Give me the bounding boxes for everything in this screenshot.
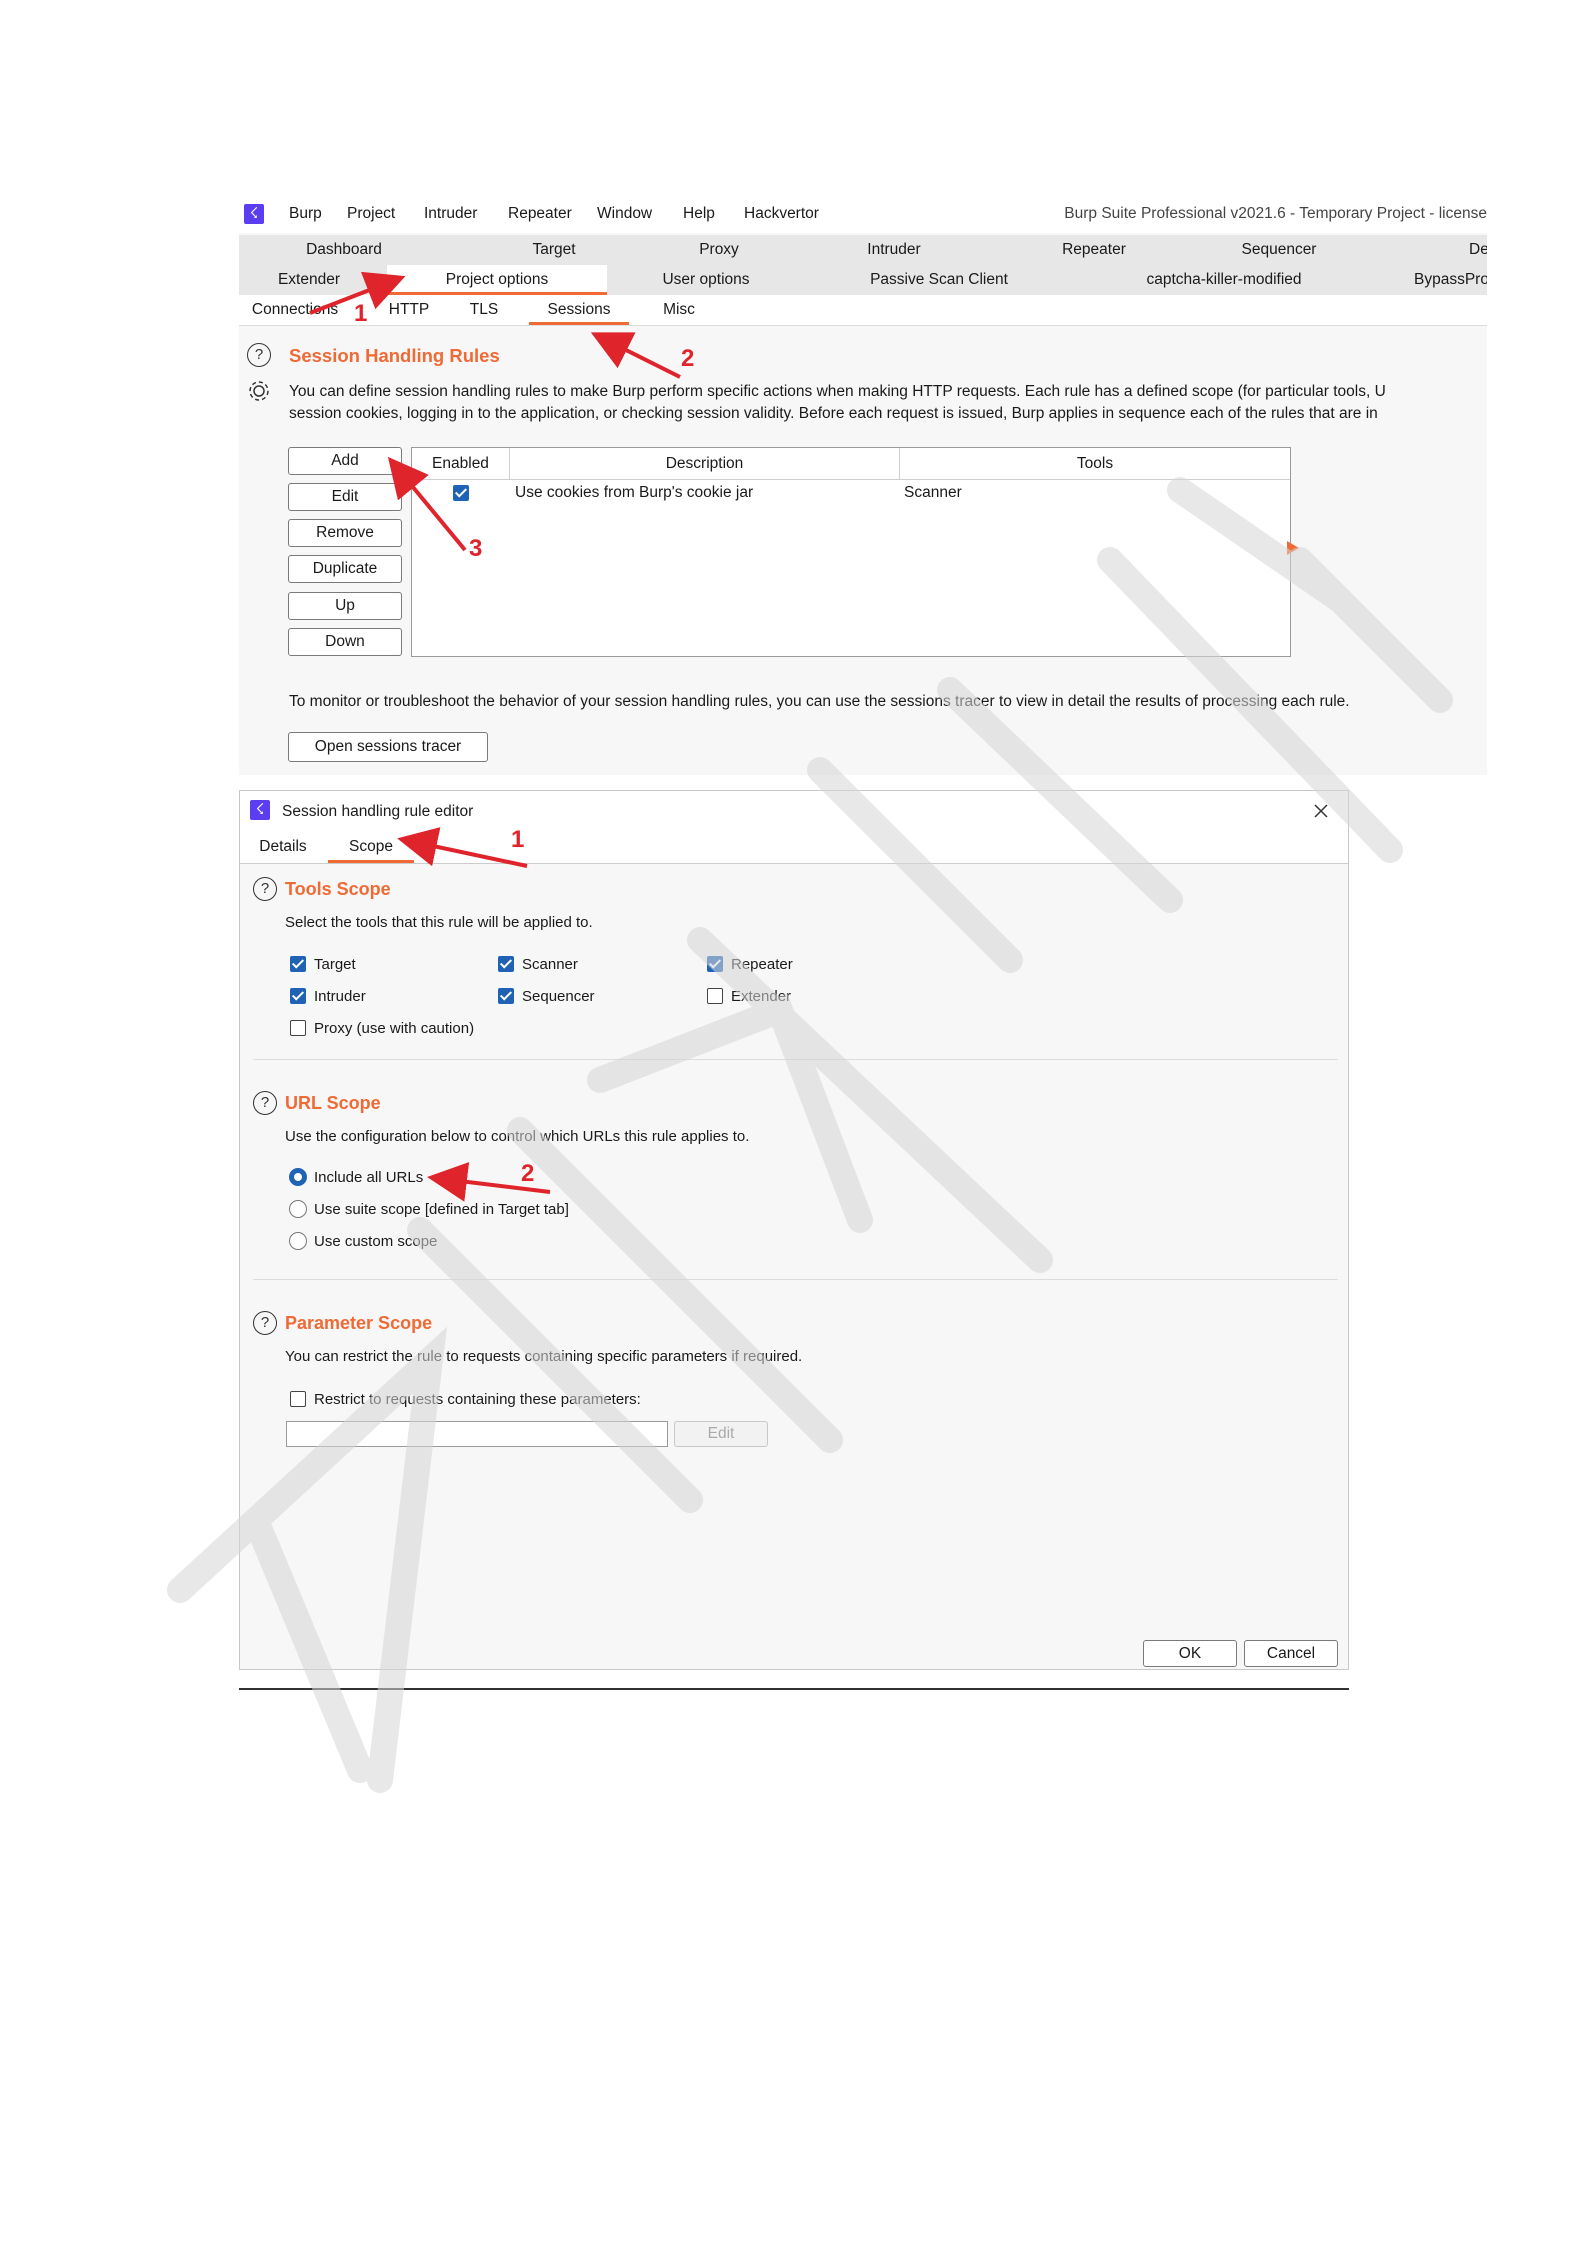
annotation-number: 2 bbox=[521, 1160, 535, 1187]
annotation-arrows bbox=[309, 271, 681, 1202]
annotation-number: 2 bbox=[681, 345, 695, 372]
annotation-number: 1 bbox=[511, 826, 525, 853]
annotation-number: 3 bbox=[469, 535, 483, 562]
annotation-number: 1 bbox=[354, 300, 368, 327]
arrow-editor-1 bbox=[397, 827, 528, 868]
arrow-3 bbox=[387, 456, 467, 552]
arrow-2 bbox=[590, 332, 681, 379]
